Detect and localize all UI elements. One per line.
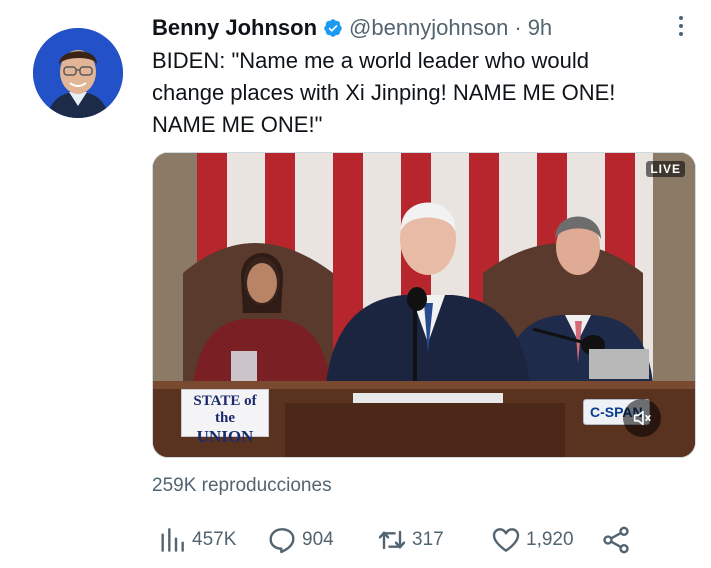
share-nodes-icon <box>603 526 629 554</box>
reply-button[interactable]: 904 <box>266 522 334 558</box>
like-count: 1,920 <box>526 529 574 550</box>
views-button[interactable]: 457K <box>156 522 236 558</box>
speech-bubble-icon <box>269 528 295 554</box>
speaker-muted-icon[interactable] <box>623 399 661 437</box>
bar-chart-icon <box>161 528 184 552</box>
heart-icon <box>492 528 520 552</box>
live-badge: LIVE <box>646 161 685 177</box>
share-button[interactable] <box>600 522 636 558</box>
action-bar: 457K 904 317 1,920 <box>152 522 652 558</box>
like-button[interactable]: 1,920 <box>490 522 574 558</box>
tweet-timestamp[interactable]: 9h <box>528 15 552 41</box>
reply-count: 904 <box>302 529 334 550</box>
separator-dot: · <box>514 15 522 40</box>
retweet-arrows-icon <box>378 530 406 550</box>
logo-line2: UNION <box>196 427 254 446</box>
retweet-button[interactable]: 317 <box>376 522 444 558</box>
author-avatar[interactable] <box>33 28 123 118</box>
author-display-name[interactable]: Benny Johnson <box>152 15 317 41</box>
logo-line1: STATE of the <box>193 393 257 426</box>
view-count-text: 259K reproducciones <box>152 475 332 496</box>
video-player[interactable]: LIVE STATE of the UNION C-SPAN <box>152 152 696 458</box>
verified-badge-icon <box>323 18 343 38</box>
more-vertical-icon[interactable] <box>671 12 691 40</box>
retweet-count: 317 <box>412 529 444 550</box>
avatar-portrait <box>33 28 123 118</box>
tweet-header: Benny Johnson @bennyjohnson · 9h <box>152 13 552 43</box>
tweet-text: BIDEN: "Name me a world leader who would… <box>152 48 616 137</box>
author-handle[interactable]: @bennyjohnson <box>349 15 508 41</box>
views-count: 457K <box>192 529 237 550</box>
state-of-the-union-logo: STATE of the UNION <box>181 389 269 446</box>
